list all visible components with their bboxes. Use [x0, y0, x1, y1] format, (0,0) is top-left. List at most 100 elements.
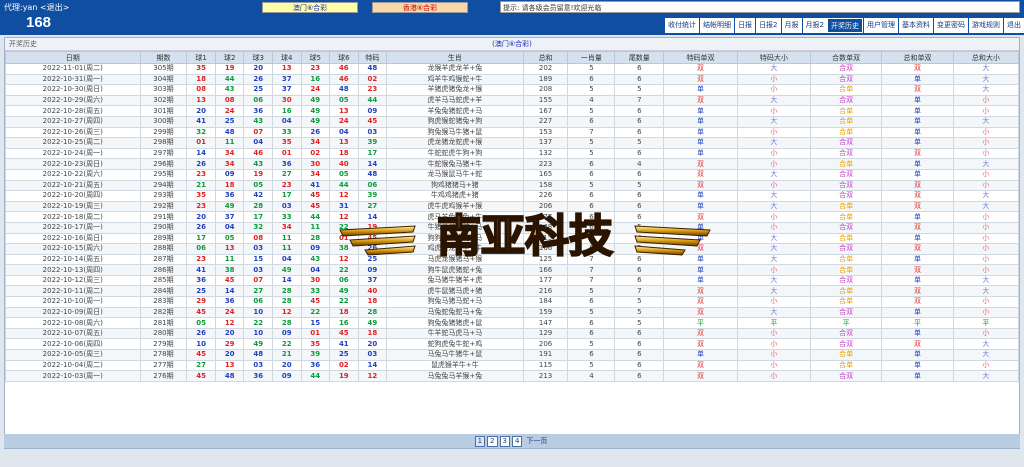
- table-cell: 208: [522, 84, 569, 96]
- table-cell: 304期: [139, 73, 188, 86]
- table-cell: 5: [614, 84, 665, 96]
- ball-number: 03: [271, 200, 302, 213]
- ball-number: 24: [329, 115, 359, 128]
- column-header: 球6: [329, 51, 359, 64]
- nav-item[interactable]: 开奖历史: [827, 18, 863, 33]
- watermark-logo: 南亚科技: [339, 210, 711, 262]
- table-cell: 291期: [139, 211, 188, 223]
- table-cell: 293期: [139, 190, 188, 202]
- ball-number: 09: [214, 168, 245, 181]
- page-link[interactable]: 3: [499, 436, 510, 447]
- table-cell: 2022-10-12(周三): [5, 274, 141, 287]
- table-cell: 虎羊马马蛇虎+羊: [386, 94, 524, 107]
- hongkong-lottery-button[interactable]: 香港⑥合彩: [372, 2, 468, 13]
- ball-number: 02: [357, 73, 388, 86]
- column-header: 特码: [357, 51, 388, 64]
- table-cell: 289期: [139, 232, 188, 245]
- page-link[interactable]: 4: [511, 436, 523, 447]
- column-header: 一肖量: [567, 51, 616, 64]
- result-attribute: 小: [736, 105, 812, 117]
- ball-number: 17: [243, 211, 273, 223]
- table-cell: 6: [614, 338, 665, 351]
- table-cell: 288期: [139, 243, 188, 255]
- page-link[interactable]: 2: [487, 436, 498, 447]
- table-cell: 2022-10-16(周日): [5, 232, 141, 245]
- nav-item[interactable]: 收付统计: [664, 18, 700, 33]
- table-row: 2022-10-21(周五) 294期 21 18 05 23 41 44 06 狗鸡猪猪马+猪 1…: [5, 179, 1020, 192]
- table-cell: 2022-10-19(周三): [5, 200, 141, 213]
- result-attribute: 单: [663, 126, 738, 139]
- result-attribute: 平: [736, 317, 812, 329]
- table-cell: 狗兔马猪马蛇+马: [386, 296, 524, 308]
- table-cell: 鸡羊牛鸡猴蛇+牛: [386, 73, 524, 86]
- ball-number: 48: [214, 370, 245, 382]
- ball-number: 16: [329, 317, 359, 329]
- result-attribute: 大: [952, 370, 1020, 382]
- table-cell: 牛蛇猴兔马猪+牛: [386, 158, 524, 170]
- result-attribute: 双: [663, 338, 738, 351]
- table-cell: 165: [522, 168, 569, 181]
- next-page-link[interactable]: 下一页: [524, 437, 549, 446]
- table-header-row: 日期 期数 球1 球2 球3 球4 球5 球6 特码 生肖 总和 一肖量 尾数量 特码单双 特码大小 合数单双…: [5, 51, 1020, 64]
- table-cell: 279期: [139, 338, 188, 351]
- result-attribute: 小: [952, 126, 1020, 139]
- nav-item[interactable]: 结帐明细: [699, 18, 735, 33]
- nav-item[interactable]: 游戏规则: [968, 18, 1003, 33]
- ball-number: 30: [300, 274, 331, 287]
- table-cell: 5: [567, 359, 616, 372]
- result-attribute: 大: [952, 115, 1020, 128]
- table-cell: 299期: [139, 126, 188, 139]
- ball-number: 34: [300, 137, 331, 149]
- table-cell: 2022-10-03(周一): [5, 370, 141, 382]
- ball-number: 28: [271, 285, 302, 298]
- ball-number: 23: [357, 84, 388, 96]
- result-attribute: 小: [736, 370, 812, 382]
- result-attribute: 大: [736, 306, 812, 319]
- table-cell: 226: [522, 190, 569, 202]
- result-attribute: 小: [736, 349, 812, 361]
- result-attribute: 单: [881, 211, 954, 223]
- table-cell: 2022-10-05(周三): [5, 349, 141, 361]
- table-cell: 6: [614, 147, 665, 160]
- table-cell: 2022-10-27(周四): [5, 115, 141, 128]
- ball-number: 06: [357, 179, 388, 192]
- table-cell: 281期: [139, 317, 188, 329]
- ball-number: 44: [300, 211, 331, 223]
- ball-number: 46: [329, 63, 359, 75]
- ball-number: 17: [357, 147, 388, 160]
- nav-item[interactable]: 日报: [734, 18, 756, 33]
- nav-item[interactable]: 月报: [780, 18, 802, 33]
- agent-label[interactable]: 代理:yan <退出>: [4, 2, 69, 13]
- result-attribute: 合单: [810, 105, 883, 117]
- result-attribute: 大: [952, 274, 1020, 287]
- nav-item[interactable]: 变更密码: [933, 18, 968, 33]
- nav-item[interactable]: 月报2: [801, 18, 827, 33]
- result-attribute: 大: [952, 200, 1020, 213]
- result-attribute: 双: [881, 190, 954, 202]
- result-attribute: 小: [736, 359, 812, 372]
- ball-number: 09: [271, 370, 302, 382]
- table-cell: 2022-10-22(周六): [5, 168, 141, 181]
- table-cell: 277期: [139, 359, 188, 372]
- result-attribute: 合双: [810, 179, 883, 192]
- ball-number: 48: [357, 168, 388, 181]
- result-attribute: 双: [663, 285, 738, 298]
- result-attribute: 小: [736, 179, 812, 192]
- nav-item[interactable]: 用户管理: [863, 18, 898, 33]
- table-cell: 狗牛鼠虎猪蛇+兔: [386, 264, 524, 276]
- nav-item[interactable]: 基本资料: [898, 18, 933, 33]
- table-cell: 153: [522, 126, 569, 139]
- ball-number: 43: [300, 253, 331, 266]
- panel-header: 开奖历史 (澳门⑥合彩): [5, 38, 1019, 51]
- nav-item[interactable]: 日报2: [755, 18, 781, 33]
- result-attribute: 大: [736, 115, 812, 128]
- ball-number: 33: [271, 211, 302, 223]
- nav-item[interactable]: 退出: [1003, 18, 1024, 33]
- page-link[interactable]: 1: [474, 436, 486, 447]
- table-cell: 213: [522, 370, 569, 382]
- ball-number: 35: [300, 338, 331, 351]
- ball-number: 08: [243, 232, 273, 245]
- ball-number: 11: [300, 221, 331, 234]
- macau-lottery-button[interactable]: 澳门⑥合彩: [262, 2, 358, 13]
- ball-number: 13: [329, 105, 359, 117]
